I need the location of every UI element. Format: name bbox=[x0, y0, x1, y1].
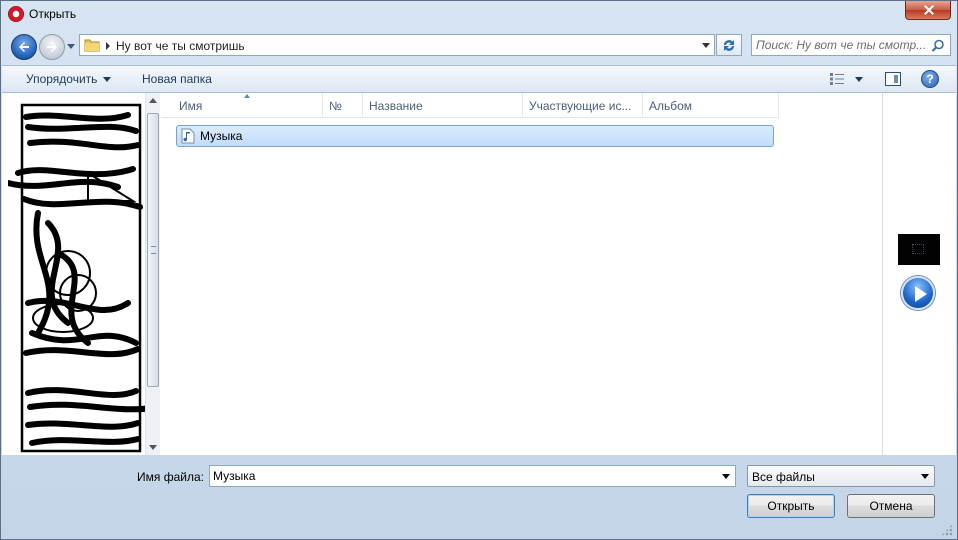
filename-combobox[interactable] bbox=[209, 465, 736, 487]
open-button[interactable]: Открыть bbox=[747, 494, 835, 518]
filename-label: Имя файла: bbox=[137, 470, 204, 484]
scrollbar-thumb[interactable] bbox=[147, 113, 159, 387]
refresh-icon bbox=[724, 40, 734, 51]
scroll-up-arrow-icon[interactable] bbox=[149, 98, 157, 103]
grip-icon bbox=[151, 246, 156, 254]
column-header-album[interactable]: Альбом bbox=[649, 99, 692, 113]
resize-grip-icon[interactable] bbox=[941, 524, 953, 536]
filename-input[interactable] bbox=[213, 468, 713, 484]
column-divider[interactable] bbox=[522, 93, 523, 117]
organize-menu-button[interactable]: Упорядочить bbox=[26, 72, 97, 86]
column-header-number[interactable]: № bbox=[329, 99, 342, 113]
chevron-down-icon[interactable] bbox=[921, 474, 929, 479]
filetype-select[interactable]: Все файлы bbox=[747, 465, 935, 487]
dialog-footer: Имя файла: Все файлы Открыть Отмена bbox=[2, 455, 956, 539]
chevron-down-icon[interactable] bbox=[722, 474, 730, 479]
main-area: Имя № Название Участвующие ис... Альбом … bbox=[2, 93, 956, 455]
arrow-left-icon bbox=[19, 42, 29, 52]
arrow-right-icon bbox=[47, 42, 57, 52]
column-header-artists[interactable]: Участвующие ис... bbox=[529, 99, 631, 113]
column-divider[interactable] bbox=[642, 93, 643, 117]
scroll-down-arrow-icon[interactable] bbox=[149, 445, 157, 450]
column-divider[interactable] bbox=[362, 93, 363, 117]
music-file-icon bbox=[181, 128, 195, 144]
column-divider[interactable] bbox=[322, 93, 323, 117]
view-options-dropdown[interactable] bbox=[855, 77, 863, 82]
column-divider[interactable] bbox=[778, 93, 779, 117]
navigation-scrollbar[interactable] bbox=[145, 93, 160, 455]
new-folder-button[interactable]: Новая папка bbox=[142, 72, 212, 86]
command-bar: Упорядочить Новая папка ? bbox=[2, 65, 956, 93]
search-box[interactable] bbox=[751, 34, 951, 56]
redacted-scribble bbox=[8, 103, 160, 453]
open-file-dialog: Открыть Ну вот че ты смотришь Поиск: Ну … bbox=[0, 0, 958, 540]
play-icon[interactable] bbox=[901, 276, 935, 310]
cancel-button[interactable]: Отмена bbox=[847, 494, 935, 518]
sort-ascending-icon bbox=[244, 94, 250, 98]
list-item[interactable]: Музыка bbox=[176, 125, 774, 147]
file-list[interactable]: Имя № Название Участвующие ис... Альбом … bbox=[161, 93, 881, 455]
recent-pages-dropdown[interactable] bbox=[67, 44, 75, 49]
close-button[interactable] bbox=[905, 1, 951, 20]
address-row: Ну вот че ты смотришь bbox=[1, 27, 957, 63]
preview-pane bbox=[882, 93, 956, 455]
forward-button[interactable] bbox=[39, 34, 65, 60]
chevron-down-icon[interactable] bbox=[103, 77, 111, 82]
media-thumbnail bbox=[898, 234, 940, 265]
column-headers: Имя № Название Участвующие ис... Альбом bbox=[161, 93, 779, 118]
breadcrumb-separator-icon[interactable] bbox=[106, 42, 110, 50]
folder-icon bbox=[84, 39, 100, 52]
window-title: Открыть bbox=[29, 7, 77, 21]
file-name: Музыка bbox=[200, 129, 243, 143]
address-bar[interactable]: Ну вот че ты смотришь bbox=[79, 34, 715, 56]
preview-pane-toggle-icon[interactable] bbox=[885, 72, 901, 86]
title-bar: Открыть bbox=[1, 1, 957, 27]
column-header-title[interactable]: Название bbox=[369, 99, 423, 113]
search-icon[interactable] bbox=[931, 39, 945, 53]
opera-logo-icon bbox=[8, 6, 24, 22]
back-button[interactable] bbox=[11, 34, 37, 60]
navigation-pane[interactable] bbox=[2, 93, 160, 455]
breadcrumb-current-folder[interactable]: Ну вот че ты смотришь bbox=[116, 39, 245, 53]
filetype-selected-value: Все файлы bbox=[752, 470, 815, 484]
view-options-icon[interactable] bbox=[830, 73, 844, 85]
search-input[interactable] bbox=[756, 37, 928, 53]
address-history-dropdown[interactable] bbox=[702, 43, 710, 48]
help-icon[interactable]: ? bbox=[921, 70, 939, 88]
refresh-button[interactable] bbox=[716, 34, 742, 56]
column-header-name[interactable]: Имя bbox=[179, 99, 202, 113]
